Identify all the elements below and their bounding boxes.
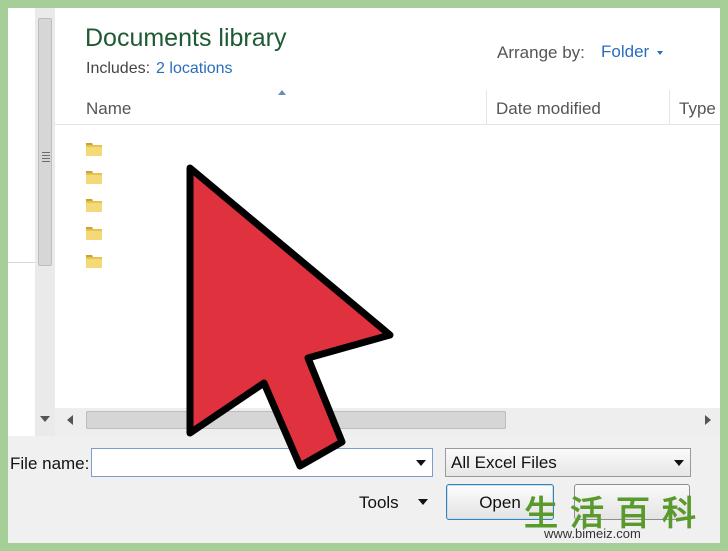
cursor-arrow-icon — [186, 164, 394, 470]
watermark-url: www.bimeiz.com — [544, 526, 641, 541]
cursor-arrow-shape — [186, 164, 394, 470]
watermark: 生活百科 www.bimeiz.com — [524, 480, 722, 546]
